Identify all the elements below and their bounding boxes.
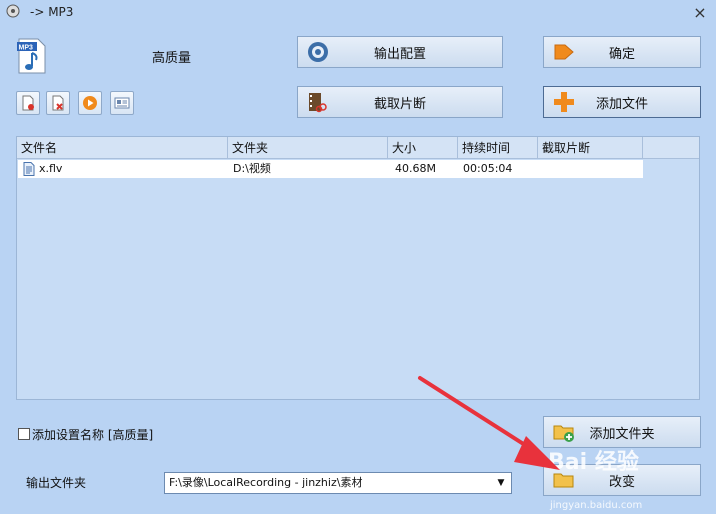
chevron-down-icon: ▼ bbox=[497, 478, 505, 488]
file-folder-cell: D:\视频 bbox=[233, 162, 271, 175]
column-header-duration[interactable]: 持续时间 bbox=[458, 137, 538, 159]
add-setting-checkbox[interactable] bbox=[18, 428, 30, 440]
column-header-folder[interactable]: 文件夹 bbox=[228, 137, 388, 159]
arrow-right-icon bbox=[554, 44, 574, 60]
clip-button[interactable]: 截取片断 bbox=[297, 86, 503, 118]
column-header-filename[interactable]: 文件名 bbox=[17, 137, 228, 159]
title-bar: -> MP3 × bbox=[0, 0, 716, 26]
close-button[interactable]: × bbox=[690, 4, 710, 22]
mp3-logo-text: MP3 bbox=[19, 45, 34, 52]
watermark-url: jingyan.baidu.com bbox=[550, 500, 643, 511]
change-label: 改变 bbox=[608, 474, 635, 490]
output-config-label: 输出配置 bbox=[373, 46, 426, 62]
add-folder-label: 添加文件夹 bbox=[589, 426, 655, 442]
clip-label: 截取片断 bbox=[373, 96, 426, 112]
change-button[interactable]: 改变 bbox=[543, 464, 701, 496]
plus-icon bbox=[554, 92, 574, 112]
remove-file-button[interactable] bbox=[46, 91, 70, 115]
film-cut-icon bbox=[309, 93, 327, 113]
mp3-format-icon: MP3 bbox=[17, 38, 46, 74]
output-folder-select[interactable]: F:\录像\LocalRecording - jinzhiz\素材 ▼ bbox=[164, 472, 512, 494]
add-setting-label: 添加设置名称 [高质量] bbox=[32, 428, 154, 442]
add-folder-button[interactable]: 添加文件夹 bbox=[543, 416, 701, 448]
file-name-cell: x.flv bbox=[39, 162, 63, 175]
table-row[interactable]: x.flv D:\视频 40.68M 00:05:04 bbox=[18, 160, 643, 178]
app-icon bbox=[6, 4, 20, 18]
output-folder-label: 输出文件夹 bbox=[26, 476, 87, 490]
column-header-clip[interactable]: 截取片断 bbox=[538, 137, 643, 159]
file-size-cell: 40.68M bbox=[395, 162, 436, 175]
output-folder-value: F:\录像\LocalRecording - jinzhiz\素材 bbox=[169, 476, 363, 489]
window-title: -> MP3 bbox=[30, 5, 74, 19]
output-config-button[interactable]: 输出配置 bbox=[297, 36, 503, 68]
add-file-label: 添加文件 bbox=[595, 96, 648, 112]
column-header-filler bbox=[643, 137, 699, 159]
file-list[interactable]: 文件名 文件夹 大小 持续时间 截取片断 x.flv D:\视频 40.68M … bbox=[16, 136, 700, 400]
add-file-button[interactable]: 添加文件 bbox=[543, 86, 701, 118]
confirm-label: 确定 bbox=[608, 46, 635, 62]
add-folder-icon bbox=[553, 425, 574, 442]
new-file-button[interactable] bbox=[16, 91, 40, 115]
column-header-size[interactable]: 大小 bbox=[388, 137, 458, 159]
info-button[interactable] bbox=[110, 91, 134, 115]
preset-name: 高质量 bbox=[152, 51, 192, 66]
remove-file-icon bbox=[52, 95, 64, 111]
confirm-button[interactable]: 确定 bbox=[543, 36, 701, 68]
media-file-icon bbox=[23, 162, 35, 176]
info-icon bbox=[114, 97, 130, 109]
new-file-icon bbox=[22, 95, 34, 111]
file-duration-cell: 00:05:04 bbox=[463, 162, 513, 175]
gear-icon bbox=[308, 42, 328, 62]
play-button[interactable] bbox=[78, 91, 102, 115]
play-icon bbox=[83, 96, 97, 110]
folder-icon bbox=[553, 473, 574, 488]
